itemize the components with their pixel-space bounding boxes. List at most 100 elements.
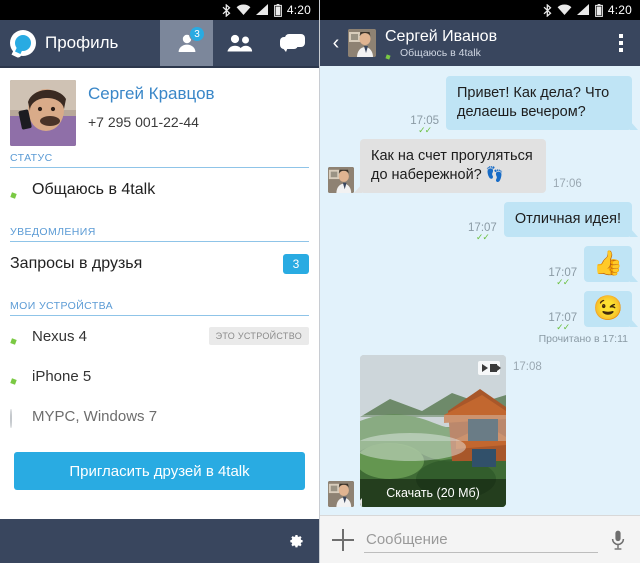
message-time: 17:08 — [513, 361, 542, 373]
avatar — [10, 80, 76, 146]
this-device-badge: ЭТО УСТРОЙСТВО — [208, 327, 309, 345]
online-bubble-icon — [10, 330, 23, 345]
dual-screenshot: 4:20 Профиль 3 Сергей Кравцов +7 295 001… — [0, 0, 640, 563]
message-row[interactable]: 17:07 ✓✓ Отличная идея! — [328, 202, 639, 242]
friend-requests-row[interactable]: Запросы в друзья 3 — [10, 242, 309, 286]
invite-button-wrap: Пригласить друзей в 4talk — [0, 436, 319, 490]
message-time: 17:07 ✓✓ — [548, 312, 578, 332]
device-label: MYPC, Windows 7 — [32, 407, 158, 425]
devices-section: МОИ УСТРОЙСТВА Nexus 4 ЭТО УСТРОЙСТВО iP… — [0, 300, 319, 436]
status-row[interactable]: Общаюсь в 4talk — [10, 168, 309, 212]
status-bar-clock: 4:20 — [286, 3, 311, 17]
list-item[interactable]: MYPC, Windows 7 — [10, 396, 309, 436]
devices-section-title: МОИ УСТРОЙСТВА — [10, 300, 114, 312]
message-bubble: Как на счет прогуляться до набережной? 👣 — [354, 139, 546, 193]
video-message-bubble[interactable]: Скачать (20 Мб) — [360, 355, 506, 507]
app-header: Профиль 3 — [0, 20, 319, 66]
tab-profile-badge: 3 — [189, 26, 205, 42]
chat-header-text: Сергей Иванов Общаюсь в 4talk — [385, 27, 608, 60]
avatar — [328, 481, 354, 507]
list-item[interactable]: iPhone 5 — [10, 356, 309, 396]
profile-phone: +7 295 001-22-44 — [88, 114, 199, 130]
invite-friends-button[interactable]: Пригласить друзей в 4talk — [14, 452, 305, 490]
delivered-ticks-icon: ✓✓ — [418, 125, 432, 135]
avatar-photo — [10, 80, 76, 146]
offline-bubble-icon — [10, 408, 23, 428]
avatar — [328, 167, 354, 193]
plus-icon[interactable] — [332, 528, 354, 551]
battery-icon — [594, 3, 603, 17]
profile-screen: 4:20 Профиль 3 Сергей Кравцов +7 295 001… — [0, 0, 320, 563]
tab-bar: 3 — [160, 20, 319, 66]
contact-name: Сергей Иванов — [385, 27, 498, 45]
contact-status-text: Общаюсь в 4talk — [400, 46, 481, 59]
delivered-ticks-icon: ✓✓ — [556, 322, 570, 332]
signal-icon — [255, 4, 268, 15]
bluetooth-icon — [222, 3, 231, 17]
signal-icon — [576, 4, 589, 15]
online-bubble-icon — [10, 370, 23, 385]
message-composer — [320, 515, 640, 563]
app-brand: Профиль — [0, 20, 160, 66]
gear-icon[interactable] — [284, 530, 306, 552]
status-bar: 4:20 — [0, 0, 319, 20]
message-bubble: Отличная идея! — [503, 202, 639, 237]
tab-contacts[interactable] — [213, 20, 266, 66]
device-label: Nexus 4 — [32, 327, 88, 345]
friend-requests-label: Запросы в друзья — [10, 255, 143, 272]
notifications-section: УВЕДОМЛЕНИЯ Запросы в друзья 3 — [0, 226, 319, 286]
message-time: 17:06 — [553, 178, 582, 190]
message-bubble-emoji: 👍 — [584, 246, 638, 282]
friend-requests-badge: 3 — [283, 254, 309, 274]
bluetooth-icon — [543, 3, 552, 17]
chat-header: ‹ Сергей Иванов Общаюсь в 4talk — [320, 20, 640, 66]
list-item[interactable]: Nexus 4 ЭТО УСТРОЙСТВО — [10, 316, 309, 356]
download-label[interactable]: Скачать (20 Мб) — [360, 479, 506, 507]
avatar[interactable] — [348, 29, 376, 57]
microphone-icon[interactable] — [608, 530, 628, 550]
battery-icon — [273, 3, 282, 17]
delivered-ticks-icon: ✓✓ — [475, 232, 490, 242]
back-chevron-icon[interactable]: ‹ — [326, 32, 346, 55]
contact-avatar-photo — [348, 29, 376, 57]
message-bubble: Привет! Как дела? Что делаешь вечером? — [446, 76, 638, 130]
message-time: 17:07 ✓✓ — [548, 267, 578, 287]
device-label: iPhone 5 — [32, 367, 92, 385]
profile-summary[interactable]: Сергей Кравцов +7 295 001-22-44 — [0, 68, 319, 152]
wifi-icon — [557, 4, 572, 15]
message-row[interactable]: 17:05 ✓✓ Привет! Как дела? Что делаешь ве… — [328, 76, 638, 135]
online-bubble-icon — [385, 48, 395, 60]
microphone-glyph — [611, 530, 625, 550]
people-icon — [227, 34, 252, 52]
wifi-icon — [236, 4, 251, 15]
chat-bubbles-icon — [279, 34, 305, 52]
status-bar-clock: 4:20 — [607, 3, 632, 17]
delivered-ticks-icon: ✓✓ — [556, 277, 570, 287]
online-bubble-icon — [10, 184, 23, 199]
tab-profile[interactable]: 3 — [160, 20, 213, 66]
status-section: СТАТУС Общаюсь в 4talk — [0, 152, 319, 212]
message-input[interactable] — [364, 526, 598, 553]
status-section-title: СТАТУС — [10, 152, 53, 164]
status-value: Общаюсь в 4talk — [32, 181, 156, 198]
bottom-bar — [0, 519, 319, 563]
chat-screen: 4:20 ‹ Сергей Иванов Общаюсь в 4talk 17:… — [320, 0, 640, 563]
notifications-section-title: УВЕДОМЛЕНИЯ — [10, 226, 96, 238]
message-bubble-emoji: 😉 — [584, 291, 638, 327]
overflow-menu-icon[interactable] — [608, 34, 634, 52]
read-receipt: Прочитано в 17:11 — [538, 333, 628, 345]
tab-chats[interactable] — [266, 20, 319, 66]
message-row[interactable]: Как на счет прогуляться до набережной? 👣… — [328, 139, 632, 193]
4talk-logo-icon — [10, 30, 36, 59]
message-list[interactable]: 17:05 ✓✓ Привет! Как дела? Что делаешь ве… — [320, 66, 640, 515]
video-indicator-icon — [478, 361, 501, 375]
profile-name: Сергей Кравцов — [88, 84, 215, 103]
message-row[interactable]: 17:07 ✓✓ 👍 — [328, 246, 638, 287]
message-row[interactable]: 17:07 ✓✓ 😉 — [328, 291, 638, 332]
message-row[interactable]: Скачать (20 Мб) 17:08 — [328, 355, 632, 507]
message-time: 17:07 ✓✓ — [468, 222, 497, 242]
contact-avatar-photo — [328, 167, 354, 193]
contact-status: Общаюсь в 4talk — [385, 46, 608, 60]
status-bar: 4:20 — [320, 0, 640, 20]
contact-avatar-photo — [328, 481, 354, 507]
